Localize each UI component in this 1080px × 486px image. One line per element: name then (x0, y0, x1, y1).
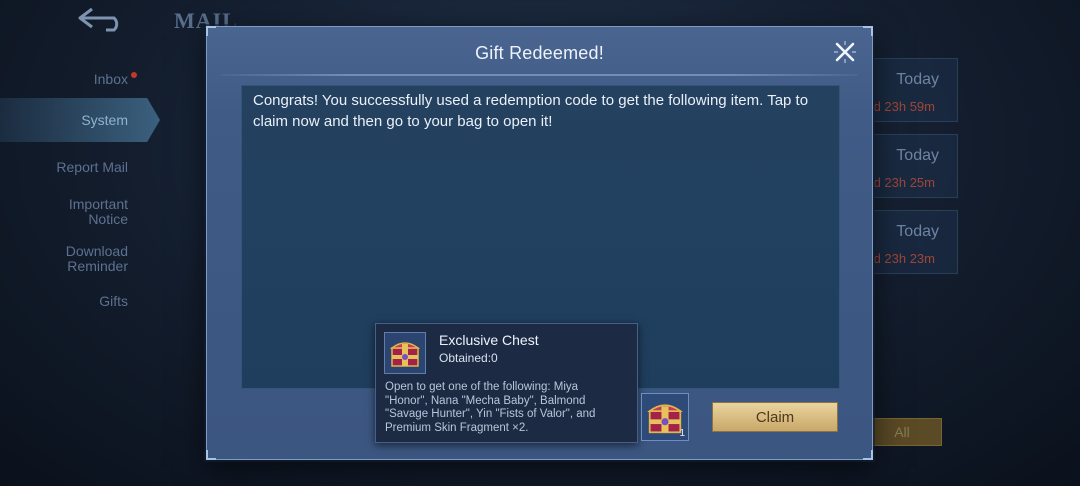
sidebar-item-label: Inbox (93, 70, 128, 87)
mail-list-item[interactable]: Today d 23h 25m (860, 134, 958, 198)
mail-date: Today (896, 71, 939, 88)
sidebar-item-label: Report Mail (56, 158, 128, 175)
back-button[interactable] (74, 4, 130, 34)
mail-expire-time: d 23h 59m (873, 99, 935, 114)
item-description: Open to get one of the following: Miya "… (385, 381, 596, 434)
unread-dot (131, 72, 137, 78)
item-tooltip: Exclusive Chest Obtained:0 Open to get o… (375, 323, 638, 443)
sidebar-item-label: Download Reminder (65, 243, 128, 274)
mail-expire-time: d 23h 23m (873, 251, 935, 266)
mail-list-item[interactable]: Today d 23h 23m (860, 210, 958, 274)
sidebar-item-label: Gifts (99, 292, 128, 309)
reward-item-slot[interactable]: 1 (641, 393, 689, 441)
claim-button-label: Claim (755, 408, 795, 426)
close-icon (834, 41, 856, 63)
sidebar-item-report-mail[interactable]: Report Mail (0, 142, 160, 192)
sidebar-item-label: System (81, 111, 128, 128)
chest-icon (384, 332, 426, 374)
back-arrow-icon (78, 7, 119, 32)
sidebar-item-gifts[interactable]: Gifts (0, 286, 160, 316)
claim-all-button[interactable]: All (862, 418, 942, 446)
claim-button[interactable]: Claim (712, 402, 838, 432)
sidebar-item-inbox[interactable]: Inbox (0, 60, 160, 98)
item-obtained-count: Obtained:0 (439, 351, 498, 365)
corner-ornament (863, 450, 873, 460)
redeem-message: Congrats! You successfully used a redemp… (253, 92, 809, 130)
claim-all-label: All (894, 424, 910, 440)
dialog-title: Gift Redeemed! (475, 43, 604, 63)
item-quantity: 1 (679, 428, 685, 439)
sidebar-item-system[interactable]: System (0, 98, 160, 142)
mail-date: Today (896, 223, 939, 240)
title-divider (221, 74, 858, 76)
sidebar-item-download-reminder[interactable]: Download Reminder (0, 232, 160, 286)
mail-list-item[interactable]: Today d 23h 59m (860, 58, 958, 122)
mail-sidebar: Inbox System Report Mail Important Notic… (0, 60, 160, 316)
sidebar-item-important-notice[interactable]: Important Notice (0, 192, 160, 232)
mail-date: Today (896, 147, 939, 164)
corner-ornament (206, 26, 216, 36)
corner-ornament (206, 450, 216, 460)
mail-expire-time: d 23h 25m (873, 175, 935, 190)
corner-ornament (863, 26, 873, 36)
gift-redeemed-dialog: Gift Redeemed! Congrats! You successfull… (206, 26, 873, 460)
item-name: Exclusive Chest (439, 332, 539, 348)
close-button[interactable] (832, 39, 858, 65)
sidebar-item-label: Important Notice (68, 196, 128, 227)
